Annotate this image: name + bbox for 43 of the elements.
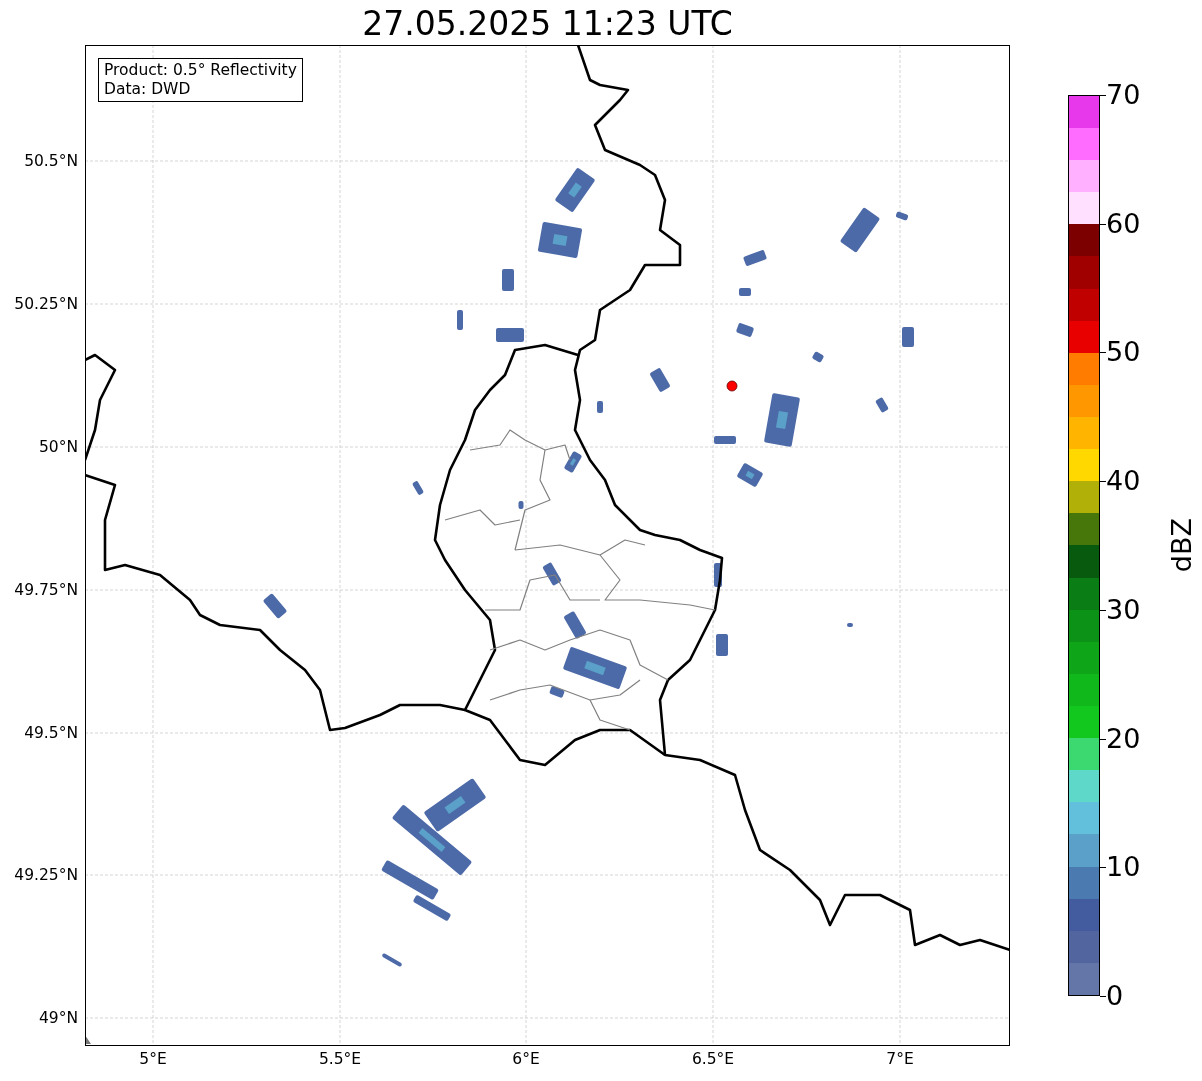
latitude-label: 50.25°N [14,295,78,313]
radar-echo [496,328,524,342]
radar-echo [411,480,425,496]
radar-echo [518,501,524,509]
scale-tick-label: 40 [1106,466,1141,497]
longitude-label: 6.5°E [691,1050,735,1068]
radar-echo [847,623,853,627]
radar-echo [735,322,755,338]
latitude-label: 49.25°N [14,866,78,884]
scale-tick-label: 70 [1106,80,1141,110]
radar-echo [739,288,751,296]
radar-echo [502,269,514,291]
latitude-label: 49.75°N [14,581,78,599]
longitude-label: 5.5°E [318,1050,362,1068]
scale-tick-label: 60 [1106,208,1141,239]
radar-echo [811,351,825,363]
radar-echo [542,561,562,587]
radar-site-marker [726,380,738,392]
data-source-label: Data: DWD [104,80,192,99]
product-label: Product: 0.5° Reflectivity [104,61,297,80]
scale-tick-label: 10 [1106,852,1141,883]
latitude-label: 50°N [38,438,78,456]
radar-echo [875,396,889,414]
longitude-label: 5°E [139,1050,167,1068]
longitude-label: 6°E [512,1050,540,1068]
scale-tick-label: 0 [1106,981,1124,1011]
radar-echo [902,327,914,347]
scale-tick-label: 30 [1106,594,1141,625]
latitude-label: 50.5°N [24,152,78,170]
radar-echo [714,436,736,444]
radar-echo [597,401,603,413]
scale-tick-label: 20 [1106,723,1141,754]
scale-unit-label: dBZ [1166,518,1198,573]
radar-echo [716,634,728,656]
chart-title: 27.05.2025 11:23 UTC [361,4,734,44]
radar-echo [457,310,463,330]
radar-echo [714,563,722,587]
radar-echo [895,211,909,221]
latitude-label: 49°N [38,1009,78,1027]
longitude-label: 7°E [886,1050,914,1068]
radar-echo [563,450,583,474]
scale-tick-label: 50 [1106,337,1141,368]
latitude-label: 49.5°N [24,724,78,742]
